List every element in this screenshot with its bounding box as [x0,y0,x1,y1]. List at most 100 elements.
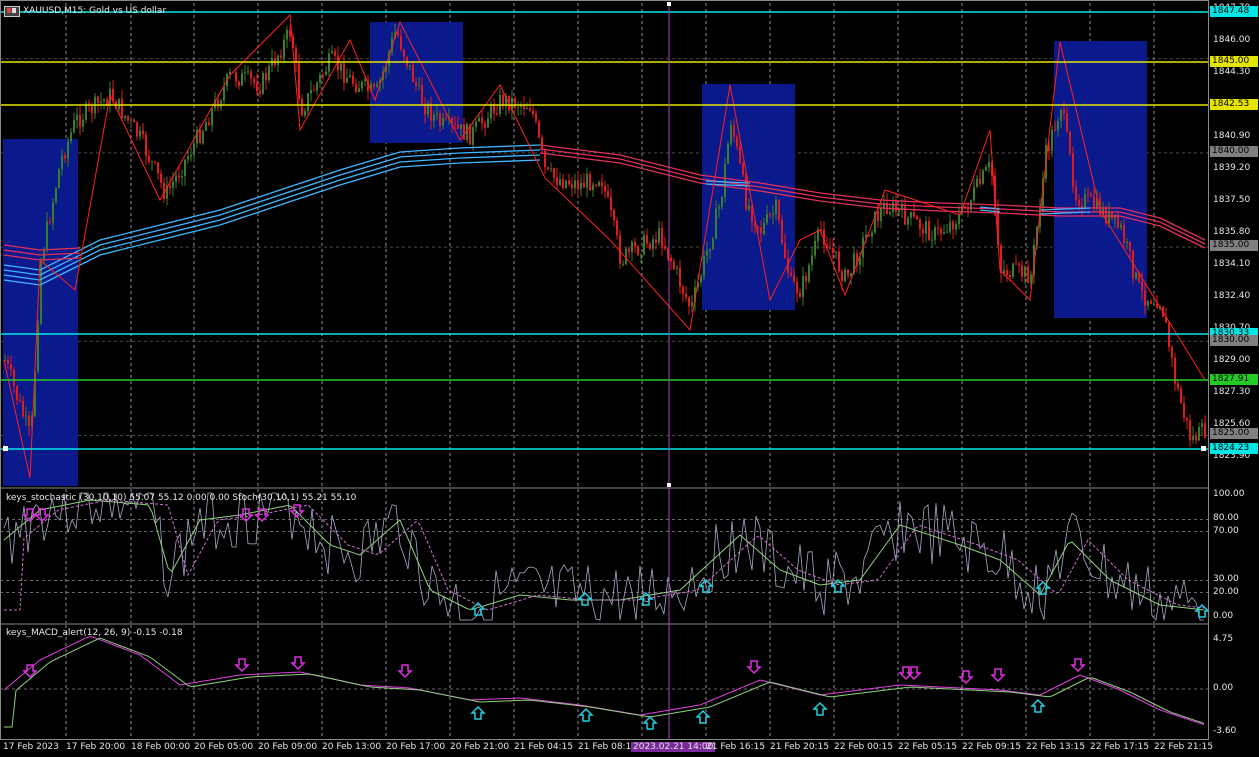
candle-body [472,127,474,145]
candle-body [841,271,843,282]
candle-body [124,115,126,119]
stochastic-axis-tick: 0.00 [1213,611,1234,621]
candle-body [574,180,576,189]
buy-arrow-icon [695,709,711,724]
price-axis-tick: 1834.10 [1213,259,1251,269]
chart-window-icon[interactable] [4,5,20,17]
candle-body [313,90,315,92]
candle-body [973,186,975,201]
crosshair-handle [667,483,671,487]
candle-body [568,180,570,185]
candle-body [928,221,930,241]
price-axis-tick: 1844.30 [1213,67,1251,77]
ma-ribbon-blue [3,149,541,276]
candle-body [535,113,537,122]
candle-body [550,168,552,170]
candle-body [73,120,75,133]
candle-body [346,77,348,83]
candle-body [850,272,852,276]
candle-body [46,221,48,251]
candle-body [325,71,327,75]
candle-body [484,123,486,128]
candle-body [268,65,270,81]
candle-body [766,214,768,223]
candle-body [613,210,615,221]
candle-body [139,130,141,137]
candle-body [706,250,708,256]
time-axis-tick: 21 Feb 16:15 [706,742,766,752]
candle-body [436,113,438,115]
candle-body [925,221,927,234]
time-axis-tick: 21 Feb 08:15 [578,742,638,752]
candle-body [673,261,675,269]
candle-body [1012,263,1014,277]
candle-body [985,167,987,171]
stochastic-axis-tick: 30.00 [1213,574,1239,585]
candle-body [1123,224,1125,243]
stochastic-title: keys_stochastic (30,10,10) 55.07 55.12 0… [6,493,357,503]
candle-body [895,202,897,212]
candle-body [937,227,939,229]
candle-body [1150,300,1152,304]
macd-main-line [3,636,1205,726]
sell-arrow-icon [746,660,762,675]
candle-body [343,63,345,83]
candle-body [151,161,153,163]
candle-body [289,29,291,37]
candle-body [547,167,549,170]
candle-body [940,228,942,234]
candle-body [496,113,498,115]
price-axis-tick: 1840.90 [1213,131,1251,141]
price-level-label: 1847.48 [1210,6,1258,17]
candle-body [559,179,561,185]
candle-body [208,122,210,126]
candle-body [1108,211,1110,224]
candle-body [889,212,891,214]
candle-body [1198,426,1200,441]
candle-body [376,84,378,87]
candle-body [1069,131,1071,154]
time-axis-tick: 20 Feb 17:00 [386,742,446,752]
time-axis-tick: 17 Feb 20:00 [66,742,126,752]
candle-body [832,248,834,254]
macd-axis-tick: -3.60 [1213,726,1237,736]
candle-body [184,159,186,176]
candle-body [403,49,405,57]
sell-arrow-icon [990,668,1006,683]
candle-body [58,169,60,189]
candle-body [373,83,375,87]
candle-body [1006,269,1008,276]
candle-body [322,74,324,76]
candle-body [49,221,51,223]
price-level-label: 1835.00 [1210,240,1258,251]
candle-body [160,173,162,183]
chart-title: XAUUSD,M15: Gold vs US dollar [23,6,167,16]
candle-body [223,86,225,101]
candle-body [1060,109,1062,122]
candle-body [439,113,441,126]
candle-body [598,181,600,186]
price-level-label: 1824.23 [1210,443,1258,454]
candle-body [709,248,711,251]
zigzag-line [3,13,1206,479]
candle-body [610,196,612,211]
candle-body [916,216,918,220]
chart-window[interactable]: XAUUSD,M15: Gold vs US dollar 1847.70184… [0,0,1259,757]
candle-body [61,155,63,170]
time-axis-tick: 20 Feb 09:00 [258,742,318,752]
candle-body [1090,194,1092,197]
candle-body [682,286,684,294]
stochastic-slow-line [3,499,1205,611]
candle-body [118,98,120,110]
candle-body [790,272,792,276]
candle-body [178,175,180,178]
ma-ribbon-blue [3,154,541,281]
price-chart[interactable] [0,0,1259,757]
candle-body [10,364,12,371]
candle-body [148,155,150,162]
candle-body [193,143,195,156]
candle-body [553,168,555,178]
candle-body [424,105,426,115]
price-axis-tick: 1846.00 [1213,35,1251,45]
candle-body [718,206,720,209]
